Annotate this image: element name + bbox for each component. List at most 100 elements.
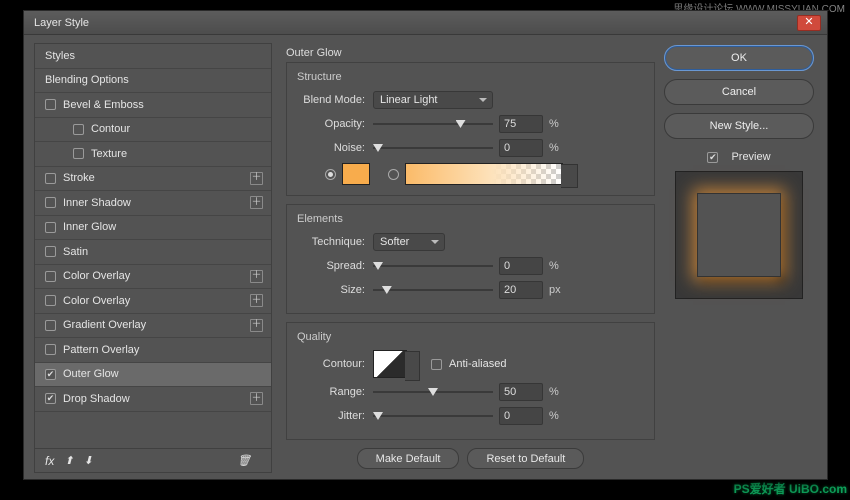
- opacity-input[interactable]: [499, 115, 543, 133]
- elements-group: Elements Technique: Softer Spread: % Siz…: [286, 204, 655, 314]
- style-checkbox[interactable]: [45, 173, 56, 184]
- jitter-slider[interactable]: [373, 408, 493, 424]
- preview-label: Preview: [731, 151, 770, 163]
- anti-aliased-checkbox[interactable]: [431, 359, 442, 370]
- style-checkbox[interactable]: [45, 197, 56, 208]
- range-slider[interactable]: [373, 384, 493, 400]
- glow-color-swatch[interactable]: [342, 163, 370, 185]
- layer-style-dialog: Layer Style ✕ Styles Blending OptionsBeve…: [23, 10, 828, 480]
- add-effect-icon[interactable]: [250, 196, 263, 209]
- gradient-radio[interactable]: [388, 169, 399, 180]
- style-item-contour[interactable]: Contour: [35, 118, 271, 143]
- noise-unit: %: [549, 142, 559, 154]
- style-item-stroke[interactable]: Stroke: [35, 167, 271, 192]
- arrow-up-icon[interactable]: ⬆: [64, 454, 73, 467]
- add-effect-icon[interactable]: [250, 270, 263, 283]
- style-item-satin[interactable]: Satin: [35, 240, 271, 265]
- titlebar: Layer Style ✕: [24, 11, 827, 35]
- add-effect-icon[interactable]: [250, 294, 263, 307]
- technique-select[interactable]: Softer: [373, 233, 445, 251]
- jitter-label: Jitter:: [297, 410, 373, 422]
- style-checkbox[interactable]: [45, 344, 56, 355]
- range-unit: %: [549, 386, 559, 398]
- spread-slider[interactable]: [373, 258, 493, 274]
- range-label: Range:: [297, 386, 373, 398]
- spread-label: Spread:: [297, 260, 373, 272]
- watermark-bottom: PS爱好者 UiBO.com: [734, 480, 847, 497]
- preview-inner-icon: [697, 193, 781, 277]
- style-label: Color Overlay: [63, 295, 250, 307]
- close-button[interactable]: ✕: [797, 15, 821, 31]
- preview-thumbnail: [675, 171, 803, 299]
- style-checkbox[interactable]: [45, 271, 56, 282]
- style-item-bevel-emboss[interactable]: Bevel & Emboss: [35, 93, 271, 118]
- style-label: Inner Shadow: [63, 197, 250, 209]
- style-checkbox[interactable]: [45, 320, 56, 331]
- add-effect-icon[interactable]: [250, 172, 263, 185]
- style-item-styles[interactable]: Styles: [35, 44, 271, 69]
- size-slider[interactable]: [373, 282, 493, 298]
- style-checkbox[interactable]: [45, 222, 56, 233]
- preview-checkbox[interactable]: [707, 152, 718, 163]
- size-input[interactable]: [499, 281, 543, 299]
- style-checkbox[interactable]: [45, 295, 56, 306]
- blend-mode-select[interactable]: Linear Light: [373, 91, 493, 109]
- style-checkbox[interactable]: [45, 369, 56, 380]
- style-item-texture[interactable]: Texture: [35, 142, 271, 167]
- size-label: Size:: [297, 284, 373, 296]
- make-default-button[interactable]: Make Default: [357, 448, 460, 469]
- style-item-gradient-overlay[interactable]: Gradient Overlay: [35, 314, 271, 339]
- quality-legend: Quality: [297, 331, 644, 343]
- glow-gradient-swatch[interactable]: [405, 163, 563, 185]
- cancel-button[interactable]: Cancel: [664, 79, 814, 105]
- style-item-outer-glow[interactable]: Outer Glow: [35, 363, 271, 388]
- style-label: Outer Glow: [63, 368, 263, 380]
- style-label: Pattern Overlay: [63, 344, 263, 356]
- noise-slider[interactable]: [373, 140, 493, 156]
- style-label: Color Overlay: [63, 270, 250, 282]
- quality-group: Quality Contour: Anti-aliased Range: % J…: [286, 322, 655, 440]
- style-item-blending-options[interactable]: Blending Options: [35, 69, 271, 94]
- size-unit: px: [549, 284, 561, 296]
- style-label: Drop Shadow: [63, 393, 250, 405]
- style-checkbox[interactable]: [73, 148, 84, 159]
- technique-label: Technique:: [297, 236, 373, 248]
- style-item-color-overlay[interactable]: Color Overlay: [35, 289, 271, 314]
- style-label: Gradient Overlay: [63, 319, 250, 331]
- styles-footer: fx ⬆ ⬇ 🗑: [34, 449, 272, 473]
- style-label: Styles: [45, 50, 263, 62]
- style-label: Contour: [91, 123, 263, 135]
- style-label: Satin: [63, 246, 263, 258]
- add-effect-icon[interactable]: [250, 319, 263, 332]
- style-checkbox[interactable]: [45, 99, 56, 110]
- style-checkbox[interactable]: [45, 246, 56, 257]
- reset-default-button[interactable]: Reset to Default: [467, 448, 584, 469]
- style-item-inner-glow[interactable]: Inner Glow: [35, 216, 271, 241]
- fx-menu[interactable]: fx: [45, 454, 54, 468]
- ok-button[interactable]: OK: [664, 45, 814, 71]
- add-effect-icon[interactable]: [250, 392, 263, 405]
- jitter-input[interactable]: [499, 407, 543, 425]
- range-input[interactable]: [499, 383, 543, 401]
- style-item-drop-shadow[interactable]: Drop Shadow: [35, 387, 271, 412]
- style-item-color-overlay[interactable]: Color Overlay: [35, 265, 271, 290]
- opacity-label: Opacity:: [297, 118, 373, 130]
- noise-label: Noise:: [297, 142, 373, 154]
- new-style-button[interactable]: New Style...: [664, 113, 814, 139]
- style-item-inner-shadow[interactable]: Inner Shadow: [35, 191, 271, 216]
- spread-input[interactable]: [499, 257, 543, 275]
- color-radio[interactable]: [325, 169, 336, 180]
- contour-label: Contour:: [297, 358, 373, 370]
- jitter-unit: %: [549, 410, 559, 422]
- anti-aliased-label: Anti-aliased: [449, 358, 506, 370]
- contour-picker[interactable]: [373, 350, 407, 378]
- blend-mode-value: Linear Light: [380, 94, 438, 106]
- arrow-down-icon[interactable]: ⬇: [84, 454, 93, 467]
- opacity-unit: %: [549, 118, 559, 130]
- opacity-slider[interactable]: [373, 116, 493, 132]
- style-checkbox[interactable]: [45, 393, 56, 404]
- style-item-pattern-overlay[interactable]: Pattern Overlay: [35, 338, 271, 363]
- noise-input[interactable]: [499, 139, 543, 157]
- style-checkbox[interactable]: [73, 124, 84, 135]
- trash-icon[interactable]: 🗑: [237, 454, 251, 467]
